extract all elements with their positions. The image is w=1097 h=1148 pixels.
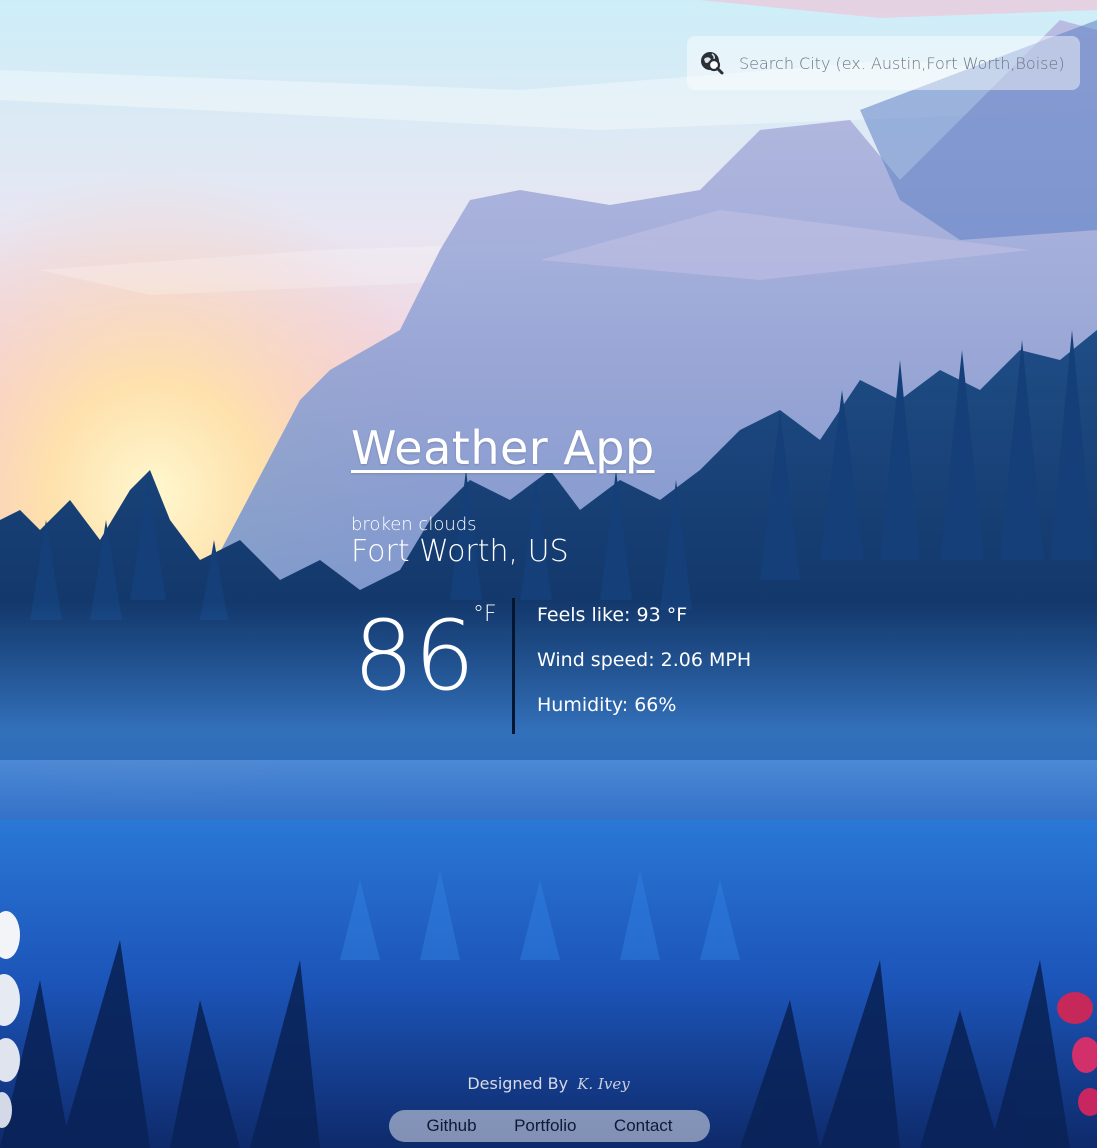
humidity: Humidity: 66% [537,694,677,716]
footer-nav: Github Portfolio Contact [389,1110,710,1142]
divider [512,598,515,734]
designed-by-label: Designed By [467,1074,569,1093]
github-link[interactable]: Github [426,1116,476,1136]
weather-panel: Weather App broken clouds Fort Worth, US… [351,420,851,734]
feels-like: Feels like: 93 °F [537,604,688,626]
weather-description: broken clouds [351,514,477,535]
signature: K. Ivey [577,1075,630,1093]
location-label: Fort Worth, US [351,534,569,569]
search-bar[interactable] [687,36,1080,90]
page-title: Weather App [351,421,655,475]
search-location-icon[interactable] [699,50,725,76]
designed-by: Designed By K. Ivey [0,1074,1097,1093]
portfolio-link[interactable]: Portfolio [514,1116,576,1136]
contact-link[interactable]: Contact [614,1116,673,1136]
search-input[interactable] [739,53,1069,73]
wind-speed: Wind speed: 2.06 MPH [537,649,752,671]
temperature-unit: °F [473,602,497,627]
weather-details: Feels like: 93 °F Wind speed: 2.06 MPH H… [537,604,751,739]
temperature-value: 86 [353,600,476,712]
temperature-reading: 86 °F Feels like: 93 °F Wind speed: 2.06… [351,598,851,734]
